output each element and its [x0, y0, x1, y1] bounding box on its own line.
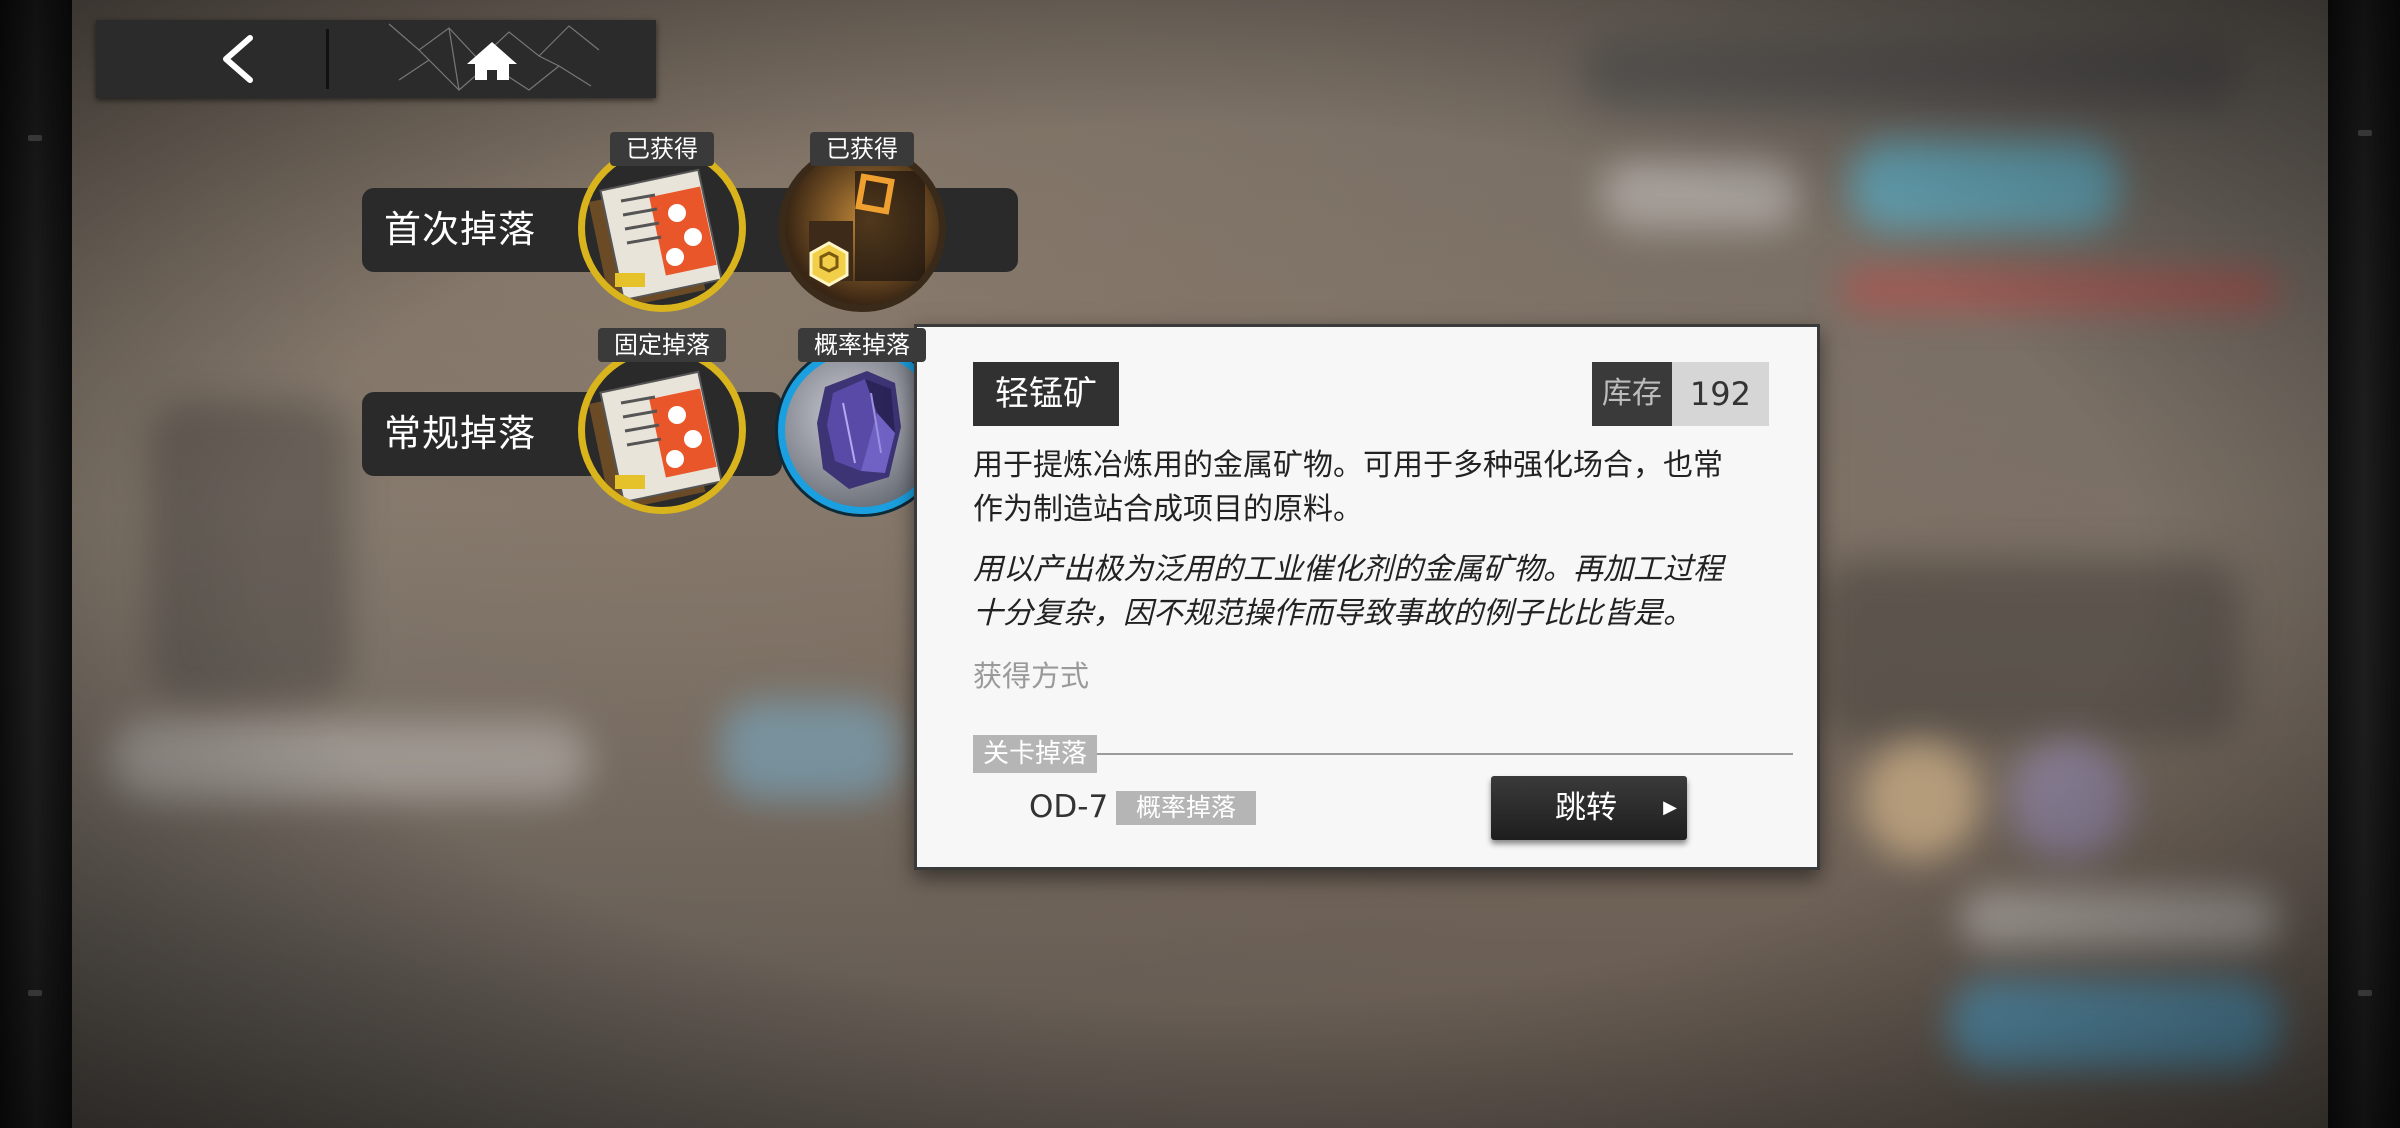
- stock-value: 192: [1671, 362, 1769, 426]
- lore-line: 十分复杂，因不规范操作而导致事故的例子比比皆是。: [973, 596, 1693, 631]
- item-detail-popup: 轻锰矿 库存 192 用于提炼冶炼用的金属矿物。可用于多种强化场合，也常 作为制…: [914, 324, 1820, 870]
- probability-drop-tag: 概率掉落: [798, 328, 926, 362]
- stock-display: 库存 192: [1591, 362, 1769, 426]
- stage-drop-tag: 关卡掉落: [973, 735, 1098, 773]
- first-drop-item-1[interactable]: 已获得: [578, 132, 746, 312]
- obtain-method-title: 获得方式: [973, 659, 1090, 693]
- obtained-tag: 已获得: [610, 132, 714, 166]
- item-name: 轻锰矿: [973, 362, 1119, 426]
- right-frame: [2328, 0, 2400, 1128]
- document-item-icon: [588, 168, 723, 305]
- jump-button[interactable]: 跳转 ▶: [1491, 776, 1687, 840]
- first-drop-label: 首次掉落: [384, 208, 536, 251]
- document-item-icon: [588, 370, 723, 507]
- triangle-right-icon: ▶: [1663, 797, 1677, 818]
- stage-drop-type-badge: 概率掉落: [1116, 791, 1257, 825]
- home-icon: [388, 23, 600, 91]
- item-description: 用于提炼冶炼用的金属矿物。可用于多种强化场合，也常 作为制造站合成项目的原料。: [973, 444, 1773, 532]
- obtained-tag: 已获得: [810, 132, 914, 166]
- top-nav: [96, 20, 656, 98]
- first-drop-item-2[interactable]: 已获得: [778, 132, 946, 312]
- description-line: 用于提炼冶炼用的金属矿物。可用于多种强化场合，也常: [973, 448, 1723, 483]
- description-line: 作为制造站合成项目的原料。: [973, 492, 1363, 527]
- item-lore: 用以产出极为泛用的工业催化剂的金属矿物。再加工过程 十分复杂，因不规范操作而导致…: [973, 548, 1773, 636]
- regular-drop-item-1[interactable]: 固定掉落: [578, 328, 746, 514]
- lore-line: 用以产出极为泛用的工业催化剂的金属矿物。再加工过程: [973, 552, 1723, 587]
- chevron-left-icon: [223, 35, 253, 83]
- jump-button-label: 跳转: [1555, 790, 1617, 826]
- stock-label: 库存: [1591, 362, 1672, 426]
- fixed-drop-tag: 固定掉落: [598, 328, 726, 362]
- stage-code: OD-7: [1029, 789, 1109, 825]
- back-button[interactable]: [96, 20, 326, 98]
- left-frame: [0, 0, 72, 1128]
- regular-drop-label: 常规掉落: [384, 412, 536, 455]
- furniture-item-icon: [809, 171, 925, 287]
- home-button[interactable]: [329, 20, 656, 98]
